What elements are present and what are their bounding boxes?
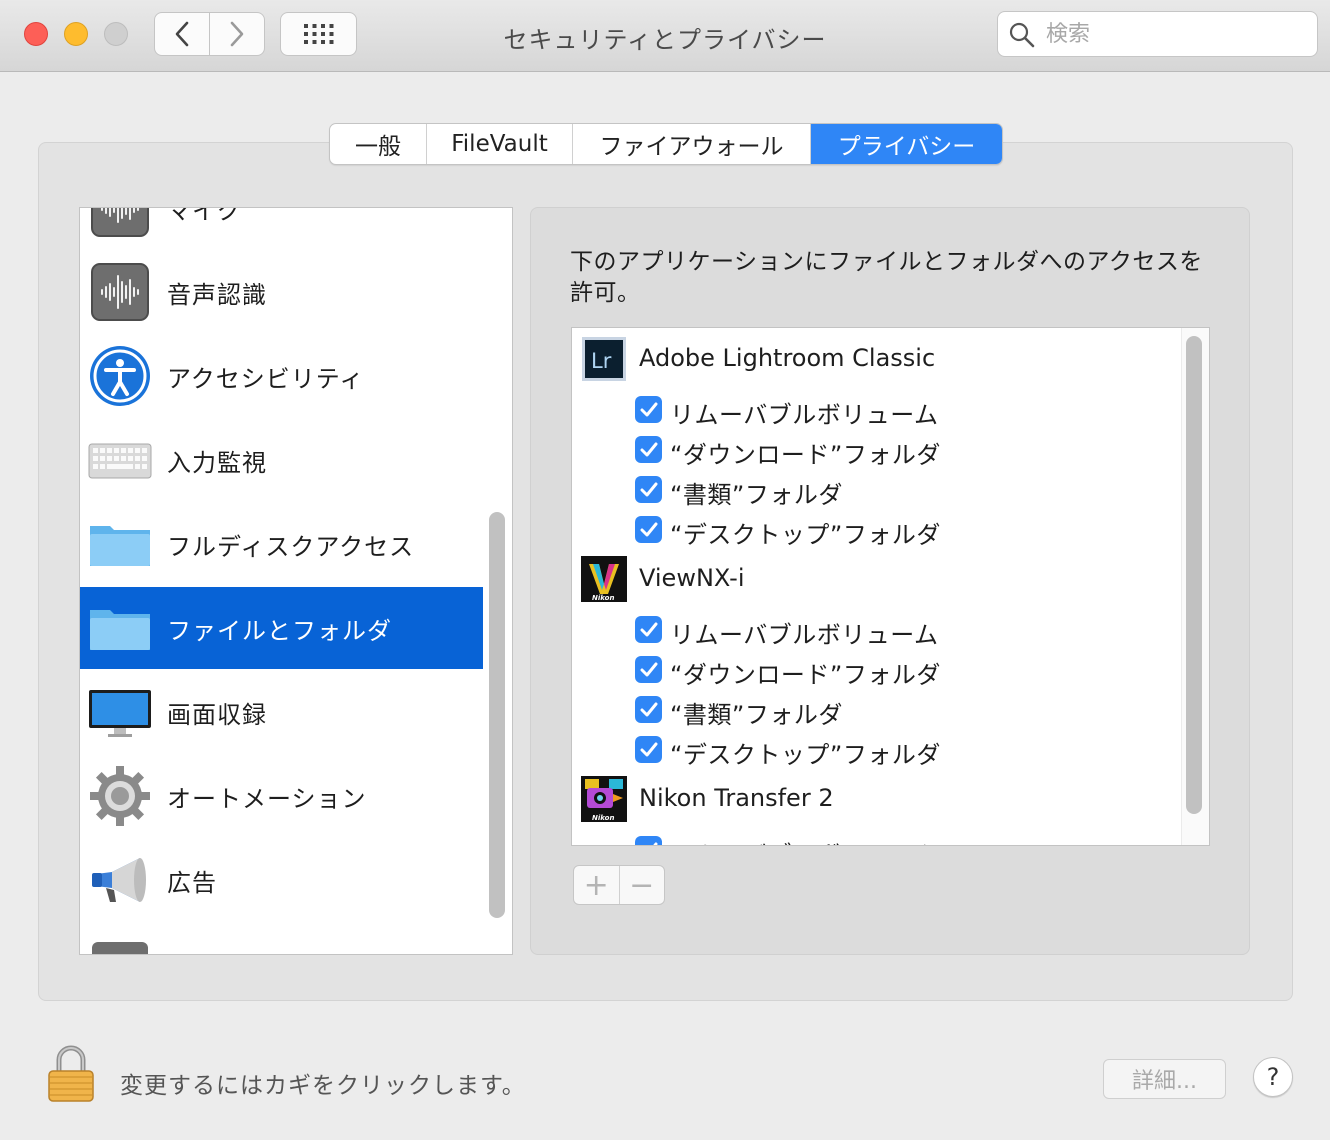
sidebar-item-label: 広告: [167, 868, 217, 897]
sidebar-item-accessibility[interactable]: アクセシビリティ: [80, 335, 483, 417]
checkmark-icon: [640, 622, 657, 636]
sidebar-item-label: 画面収録: [167, 700, 267, 729]
permission-label: “ダウンロード”フォルダ: [670, 661, 941, 689]
permission-row[interactable]: リムーバブルボリューム: [572, 609, 1172, 649]
checkmark-icon: [652, 842, 657, 845]
panel-description: 下のアプリケーションにファイルとフォルダへのアクセスを許可。: [570, 249, 1203, 306]
checkmark-icon: [640, 742, 657, 756]
accessibility-icon: [90, 346, 150, 406]
permission-row[interactable]: リムーバブルボリューム: [572, 389, 1172, 429]
details-button[interactable]: 詳細...: [1103, 1059, 1226, 1099]
add-app-button[interactable]: +: [574, 866, 620, 904]
help-button[interactable]: ?: [1253, 1057, 1293, 1097]
sidebar-item-microphone[interactable]: マイク: [80, 207, 483, 249]
checkbox[interactable]: [635, 616, 662, 643]
permission-row[interactable]: “ダウンロード”フォルダ: [572, 649, 1172, 689]
remove-app-button[interactable]: −: [620, 866, 665, 904]
folder-icon: [90, 610, 150, 650]
sidebar-item-label: 入力監視: [167, 448, 267, 477]
checkbox[interactable]: [635, 396, 662, 423]
tab-bar: 一般 FileVault ファイアウォール プライバシー: [329, 123, 1003, 165]
lock-hint-text: 変更するにはカギをクリックします。: [120, 1073, 526, 1099]
waveform-icon: [91, 263, 149, 321]
title-bar: セキュリティとプライバシー: [0, 0, 1330, 72]
viewnx-icon: Nikon: [581, 556, 627, 602]
permission-row[interactable]: “デスクトップ”フォルダ: [572, 509, 1172, 549]
checkbox[interactable]: [635, 736, 662, 763]
chart-icon: [92, 942, 148, 954]
folder-icon: [90, 526, 150, 566]
lock-icon[interactable]: [46, 1044, 96, 1104]
app-name: Adobe Lightroom Classic: [639, 344, 936, 372]
checkmark-icon: [640, 522, 657, 536]
sidebar-item-label: アクセシビリティ: [167, 364, 365, 393]
sidebar-item-label: マイク: [167, 207, 242, 225]
permission-label: “書類”フォルダ: [670, 481, 843, 509]
sidebar-scrollbar[interactable]: [489, 512, 505, 918]
sidebar-item-label: オートメーション: [167, 784, 367, 813]
permission-label: “デスクトップ”フォルダ: [670, 741, 941, 769]
app-name: ViewNX-i: [639, 564, 745, 592]
permission-label: リムーバブルボリューム: [670, 401, 939, 429]
sidebar-item-screen-recording[interactable]: 画面収録: [80, 671, 483, 753]
permission-label: リムーバブルボリューム: [670, 835, 939, 845]
checkbox[interactable]: [635, 656, 662, 683]
permission-label: “ダウンロード”フォルダ: [670, 441, 941, 469]
permission-row[interactable]: “ダウンロード”フォルダ: [572, 429, 1172, 469]
sidebar-item-analytics[interactable]: 解析と改善: [80, 923, 483, 955]
permission-label: “書類”フォルダ: [670, 701, 843, 729]
sidebar-item-speech-recognition[interactable]: 音声認識: [80, 251, 483, 333]
sidebar-item-input-monitoring[interactable]: 入力監視: [80, 419, 483, 501]
sidebar-item-label: 音声認識: [167, 280, 267, 309]
app-row-lightroom[interactable]: Lr Adobe Lightroom Classic: [572, 333, 1172, 383]
sidebar-item-label: 解析と改善: [167, 947, 292, 955]
megaphone-icon: [92, 858, 146, 902]
tab-firewall[interactable]: ファイアウォール: [573, 124, 811, 164]
lightroom-icon: Lr: [582, 337, 626, 381]
app-row-viewnx[interactable]: Nikon ViewNX-i: [572, 553, 1172, 603]
search-field[interactable]: [997, 11, 1318, 57]
nikon-transfer-icon: Nikon: [581, 776, 627, 822]
checkbox[interactable]: [635, 476, 662, 503]
permission-label: リムーバブルボリューム: [670, 621, 939, 649]
search-input[interactable]: [1044, 18, 1308, 50]
checkmark-icon: [640, 402, 657, 416]
app-name: Nikon Transfer 2: [639, 784, 834, 812]
checkmark-icon: [640, 482, 657, 496]
permission-row[interactable]: “書類”フォルダ: [572, 469, 1172, 509]
checkbox[interactable]: [635, 436, 662, 463]
tab-general[interactable]: 一般: [330, 124, 427, 164]
tab-filevault[interactable]: FileVault: [427, 124, 573, 164]
search-icon: [1009, 22, 1035, 48]
checkmark-icon: [640, 442, 657, 456]
app-row-nikon-transfer[interactable]: Nikon Nikon Transfer 2: [572, 773, 1172, 823]
tab-privacy[interactable]: プライバシー: [811, 124, 1002, 164]
add-remove-control: + −: [573, 865, 665, 905]
sidebar-item-label: フルディスクアクセス: [167, 532, 415, 561]
permission-row[interactable]: “デスクトップ”フォルダ: [572, 729, 1172, 769]
keyboard-icon: [88, 443, 152, 479]
app-permission-list[interactable]: Lr Adobe Lightroom Classic リムーバブルボリューム “…: [571, 327, 1210, 846]
sidebar-item-full-disk-access[interactable]: フルディスクアクセス: [80, 503, 483, 585]
privacy-category-list[interactable]: マイク 音声認識 アクセシビリティ 入力監視 フルディスクアクセス ファイルとフ…: [79, 207, 513, 955]
sidebar-item-label: ファイルとフォルダ: [167, 616, 392, 645]
sidebar-item-files-and-folders[interactable]: ファイルとフォルダ: [80, 587, 483, 669]
sidebar-item-automation[interactable]: オートメーション: [80, 755, 483, 837]
permission-row[interactable]: “書類”フォルダ: [572, 689, 1172, 729]
display-icon: [89, 690, 151, 737]
svg-text:Nikon: Nikon: [592, 814, 614, 822]
checkbox[interactable]: [635, 836, 662, 845]
permission-label: “デスクトップ”フォルダ: [670, 521, 941, 549]
sidebar-item-advertising[interactable]: 広告: [80, 839, 483, 921]
checkbox[interactable]: [635, 696, 662, 723]
waveform-icon: [91, 208, 149, 237]
permission-row[interactable]: リムーバブルボリューム: [572, 829, 1172, 845]
checkbox[interactable]: [635, 516, 662, 543]
checkmark-icon: [640, 662, 657, 676]
svg-text:Lr: Lr: [591, 349, 612, 373]
app-list-scrollbar[interactable]: [1186, 336, 1202, 814]
gear-icon: [90, 766, 150, 826]
svg-text:Nikon: Nikon: [592, 594, 614, 602]
checkmark-icon: [640, 702, 657, 716]
